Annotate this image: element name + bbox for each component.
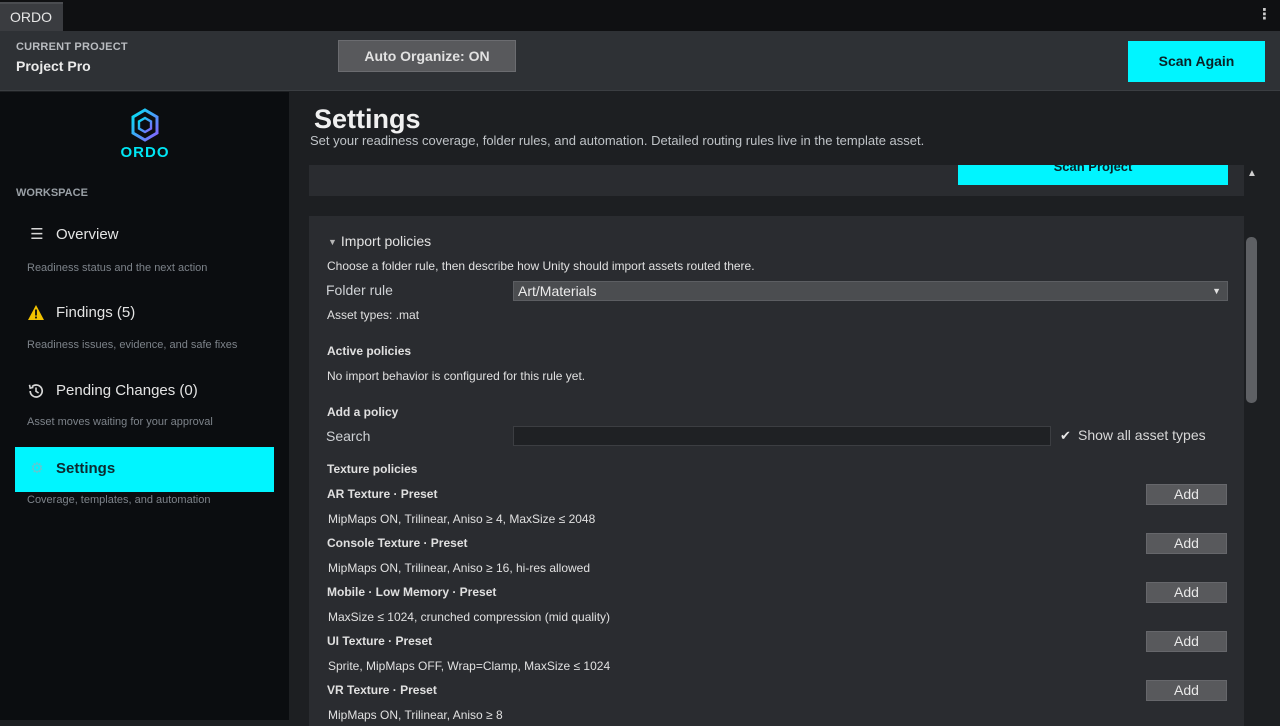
hexagon-logo-icon bbox=[131, 108, 159, 142]
folder-rule-select[interactable]: Art/Materials ▼ bbox=[513, 281, 1228, 301]
policy-desc: MipMaps ON, Trilinear, Aniso ≥ 16, hi-re… bbox=[328, 561, 591, 575]
kebab-menu-icon[interactable]: ⋮ bbox=[1257, 6, 1272, 24]
scan-project-button[interactable]: Scan Project bbox=[958, 165, 1228, 185]
add-policy-heading: Add a policy bbox=[327, 405, 399, 419]
tab-strip: ORDO ⋮ bbox=[0, 0, 1280, 31]
policy-desc: Sprite, MipMaps OFF, Wrap=Clamp, MaxSize… bbox=[328, 659, 611, 673]
scrollbar-thumb[interactable] bbox=[1246, 237, 1257, 403]
ordo-logo: ORDO bbox=[115, 108, 175, 164]
scan-project-label: Scan Project bbox=[1053, 165, 1133, 174]
logo-text: ORDO bbox=[120, 144, 170, 161]
checkmark-icon[interactable]: ✔ bbox=[1058, 428, 1073, 443]
policy-name: VR Texture · Preset bbox=[327, 683, 437, 697]
import-policies-toggle[interactable]: ▼ Import policies bbox=[328, 233, 431, 249]
policy-desc: MaxSize ≤ 1024, crunched compression (mi… bbox=[328, 610, 611, 624]
sidebar-item-label: Pending Changes (0) bbox=[56, 382, 198, 399]
policy-name: Console Texture · Preset bbox=[327, 536, 468, 550]
project-header: CURRENT PROJECT Project Pro Auto Organiz… bbox=[0, 31, 1280, 91]
active-policies-empty: No import behavior is configured for thi… bbox=[327, 369, 586, 383]
sidebar-item-overview[interactable]: ☰ Overview bbox=[15, 213, 274, 258]
import-intro: Choose a folder rule, then describe how … bbox=[327, 259, 755, 273]
add-policy-button[interactable]: Add bbox=[1146, 582, 1227, 603]
workspace-caption: WORKSPACE bbox=[16, 187, 88, 199]
main-panel: Settings Set your readiness coverage, fo… bbox=[289, 92, 1280, 726]
show-all-label: Show all asset types bbox=[1078, 427, 1206, 443]
gear-icon: ⚙ bbox=[30, 460, 44, 477]
asset-types-text: Asset types: .mat bbox=[327, 308, 420, 322]
list-icon: ☰ bbox=[30, 226, 44, 243]
import-policies-heading: Import policies bbox=[340, 233, 432, 249]
sidebar: ORDO WORKSPACE ☰ Overview Readiness stat… bbox=[0, 92, 289, 720]
sidebar-item-pending-changes[interactable]: Pending Changes (0) bbox=[15, 369, 274, 414]
sidebar-item-description: Coverage, templates, and automation bbox=[27, 494, 211, 506]
tab-ordo[interactable]: ORDO bbox=[0, 2, 63, 31]
sidebar-item-description: Asset moves waiting for your approval bbox=[27, 416, 213, 428]
warning-icon bbox=[27, 303, 47, 323]
add-policy-button[interactable]: Add bbox=[1146, 533, 1227, 554]
policy-name: AR Texture · Preset bbox=[327, 487, 438, 501]
policy-name: Mobile · Low Memory · Preset bbox=[327, 585, 497, 599]
sidebar-item-description: Readiness issues, evidence, and safe fix… bbox=[27, 339, 238, 351]
sidebar-item-label: Overview bbox=[56, 226, 119, 243]
folder-rule-value: Art/Materials bbox=[518, 283, 597, 299]
dropdown-caret-icon: ▼ bbox=[1212, 286, 1221, 296]
scan-again-button[interactable]: Scan Again bbox=[1128, 41, 1265, 82]
sidebar-item-settings[interactable]: ⚙ Settings bbox=[15, 447, 274, 492]
sidebar-item-findings[interactable]: Findings (5) bbox=[15, 291, 274, 336]
triangle-down-icon: ▼ bbox=[328, 237, 337, 247]
active-policies-heading: Active policies bbox=[327, 344, 412, 358]
page-subtitle: Set your readiness coverage, folder rule… bbox=[310, 133, 925, 148]
import-policies-card: ▼ Import policies Choose a folder rule, t… bbox=[309, 216, 1244, 726]
scroll-up-arrow-icon[interactable]: ▲ bbox=[1247, 168, 1257, 179]
policy-name: UI Texture · Preset bbox=[327, 634, 433, 648]
policy-desc: MipMaps ON, Trilinear, Aniso ≥ 4, MaxSiz… bbox=[328, 512, 596, 526]
current-project-caption: CURRENT PROJECT bbox=[16, 41, 128, 53]
search-input[interactable] bbox=[513, 426, 1051, 446]
add-policy-button[interactable]: Add bbox=[1146, 631, 1227, 652]
search-label: Search bbox=[326, 428, 371, 444]
add-policy-button[interactable]: Add bbox=[1146, 484, 1227, 505]
sidebar-item-description: Readiness status and the next action bbox=[27, 262, 208, 274]
sidebar-item-label: Findings (5) bbox=[56, 304, 136, 321]
auto-organize-button[interactable]: Auto Organize: ON bbox=[338, 40, 516, 72]
scan-card: Scan Project bbox=[309, 165, 1244, 196]
folder-rule-label: Folder rule bbox=[326, 282, 393, 298]
add-policy-button[interactable]: Add bbox=[1146, 680, 1227, 701]
project-name: Project Pro bbox=[16, 58, 91, 74]
history-icon bbox=[27, 381, 47, 401]
texture-policies-heading: Texture policies bbox=[327, 462, 418, 476]
page-title: Settings bbox=[314, 104, 421, 134]
sidebar-item-label: Settings bbox=[56, 460, 116, 477]
